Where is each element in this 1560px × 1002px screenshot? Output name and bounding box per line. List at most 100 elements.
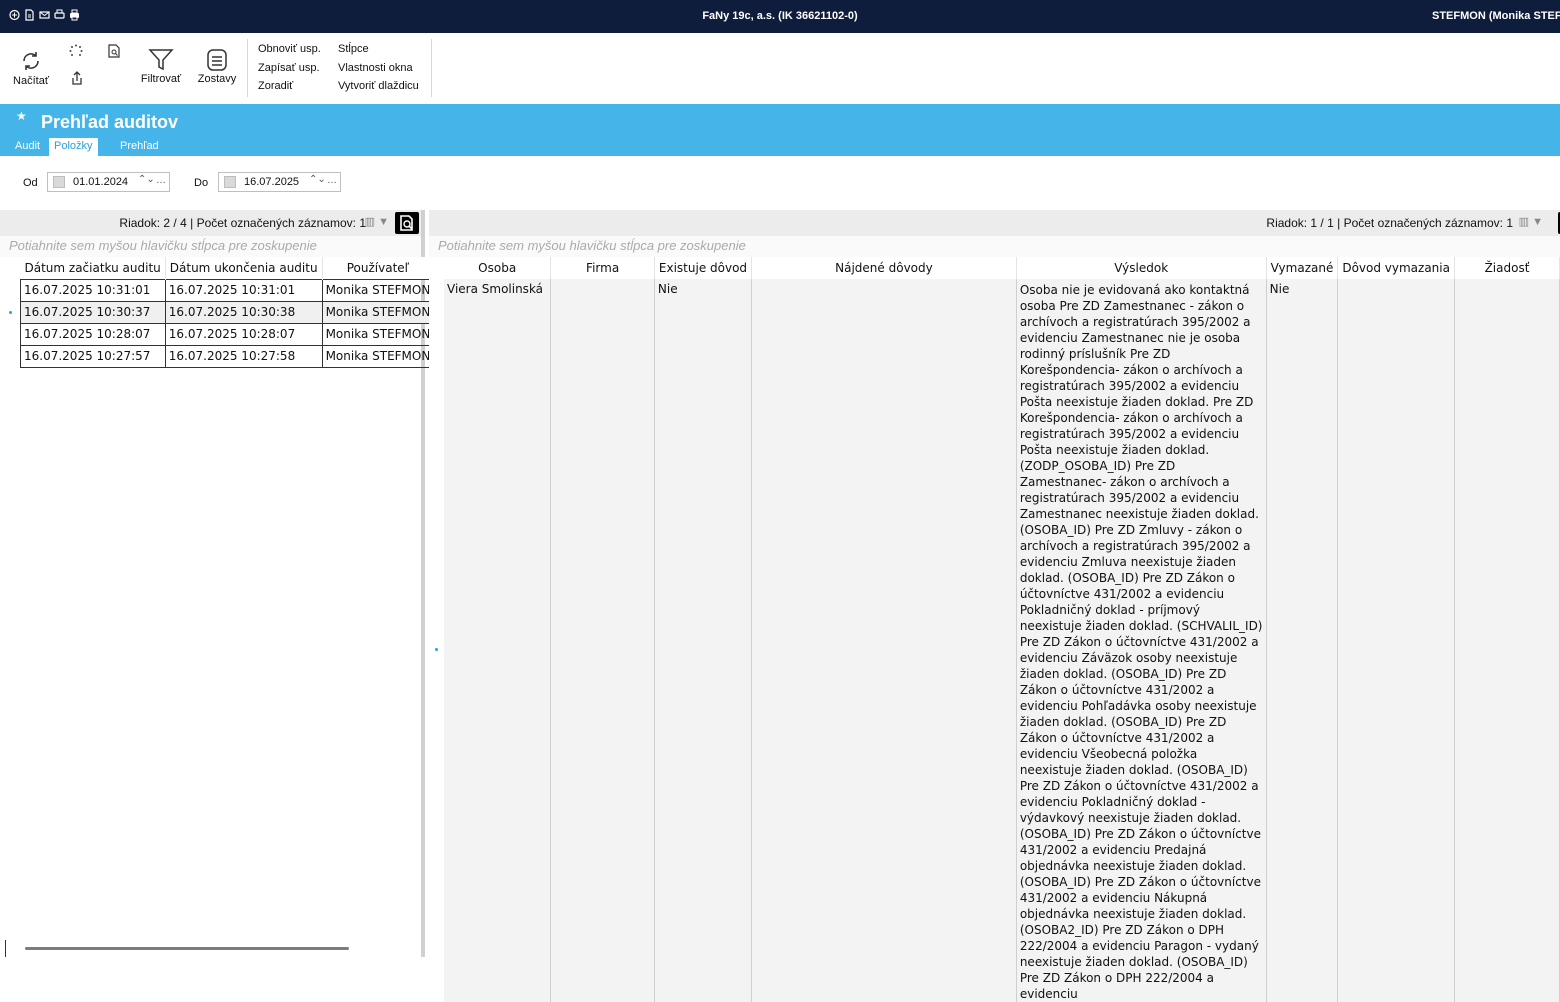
current-user: STEFMON (Monika STEF: [1432, 10, 1560, 22]
horizontal-scrollbar[interactable]: [25, 947, 349, 950]
table-header-row: Osoba Firma Existuje dôvod Nájdené dôvod…: [444, 257, 1560, 279]
table-row[interactable]: 16.07.2025 10:27:57 16.07.2025 10:27:58 …: [20, 344, 435, 368]
ribbon-separator: [431, 39, 432, 97]
column-header-firma[interactable]: Firma: [550, 257, 655, 279]
spinner-icon[interactable]: ⌃⌄: [138, 174, 155, 185]
table-row-selected[interactable]: Viera Smolinská Nie Osoba nie je evidova…: [444, 279, 1560, 1002]
cell-ziadost: [1454, 279, 1560, 1002]
sort-link[interactable]: Zoradiť: [258, 80, 293, 92]
filter-label: Filtrovať: [140, 73, 182, 85]
right-status-bar: Riadok: 1 / 1 | Počet označených záznamo…: [429, 210, 1560, 236]
audit-table: Dátum začiatku auditu Dátum ukončenia au…: [20, 257, 435, 368]
table-row[interactable]: 16.07.2025 10:31:01 16.07.2025 10:31:01 …: [20, 278, 435, 302]
window-title: FaNy 19c, a.s. (IK 36621102-0): [702, 10, 858, 22]
save-preferences-link[interactable]: Zapísať usp.: [258, 62, 320, 74]
export-button[interactable]: [69, 71, 85, 85]
from-label: Od: [23, 177, 38, 189]
load-label: Načítať: [13, 75, 49, 87]
window-properties-link[interactable]: Vlastnosti okna: [338, 62, 413, 74]
columns-filter-icon[interactable]: ▥ ▼: [365, 215, 389, 228]
left-row-status: Riadok: 2 / 4 | Počet označených záznamo…: [119, 216, 366, 230]
ribbon-separator: [247, 39, 248, 97]
left-status-bar: Riadok: 2 / 4 | Počet označených záznamo…: [0, 210, 421, 236]
cell-user: Monika STEFMON: [321, 322, 435, 346]
table-row[interactable]: 16.07.2025 10:28:07 16.07.2025 10:28:07 …: [20, 322, 435, 346]
column-header-najdene-dovody[interactable]: Nájdené dôvody: [751, 257, 1017, 279]
audit-items-table: Osoba Firma Existuje dôvod Nájdené dôvod…: [444, 257, 1560, 1002]
reports-button[interactable]: Zostavy: [194, 48, 240, 85]
loading-button[interactable]: [68, 44, 84, 58]
title-bar: FaNy 19c, a.s. (IK 36621102-0) STEFMON (…: [0, 0, 1560, 33]
cell-osoba: Viera Smolinská: [444, 279, 552, 1002]
columns-link[interactable]: Stĺpce: [338, 43, 369, 55]
column-header-end-date[interactable]: Dátum ukončenia auditu: [165, 257, 323, 279]
audit-list-panel: Riadok: 2 / 4 | Počet označených záznamo…: [0, 210, 435, 957]
load-button[interactable]: Načítať: [11, 50, 51, 87]
columns-filter-icon[interactable]: ▥ ▼: [1519, 215, 1543, 228]
current-row-indicator: [435, 648, 438, 651]
spinner-icon[interactable]: ⌃⌄: [309, 174, 326, 185]
refresh-icon: [23, 52, 39, 70]
cell-end-date: 16.07.2025 10:30:38: [164, 300, 323, 324]
column-header-vymazane[interactable]: Vymazané: [1266, 257, 1339, 279]
cell-najdene-dovody: [751, 279, 1017, 1002]
from-date-value: 01.01.2024: [73, 176, 129, 188]
cell-user: Monika STEFMON: [321, 278, 435, 302]
tab-polozky[interactable]: Položky: [49, 138, 98, 156]
cell-start-date: 16.07.2025 10:30:37: [20, 300, 166, 324]
audit-items-panel: Riadok: 1 / 1 | Počet označených záznamo…: [429, 210, 1560, 1002]
column-header-user[interactable]: Používateľ: [322, 257, 435, 279]
current-row-indicator: [9, 311, 12, 314]
cell-end-date: 16.07.2025 10:28:07: [164, 322, 323, 346]
spinner-icon: [69, 44, 83, 56]
column-header-existuje-dovod[interactable]: Existuje dôvod: [654, 257, 753, 279]
search-icon: [400, 215, 413, 231]
more-icon[interactable]: …: [327, 175, 337, 186]
cell-dovod-vymazania: [1337, 279, 1455, 1002]
export-icon: [72, 71, 82, 85]
page-title: Prehľad auditov: [41, 112, 178, 132]
cell-vysledok: Osoba nie je evidovaná ako kontaktná oso…: [1016, 279, 1267, 1002]
cell-vymazane: Nie: [1266, 279, 1339, 1002]
filter-button[interactable]: Filtrovať: [138, 48, 184, 85]
column-header-ziadost[interactable]: Žiadosť: [1454, 257, 1560, 279]
table-row-selected[interactable]: 16.07.2025 10:30:37 16.07.2025 10:30:38 …: [20, 300, 435, 324]
more-icon[interactable]: …: [156, 175, 166, 186]
tab-audit[interactable]: Audit: [10, 138, 45, 156]
to-date-checkbox[interactable]: [224, 176, 236, 188]
cell-end-date: 16.07.2025 10:31:01: [164, 278, 323, 302]
cell-user: Monika STEFMON: [321, 344, 435, 368]
create-tile-link[interactable]: Vytvoriť dlaždicu: [338, 80, 419, 92]
column-header-vysledok[interactable]: Výsledok: [1016, 257, 1267, 279]
column-header-dovod-vymazania[interactable]: Dôvod vymazania: [1337, 257, 1455, 279]
cell-existuje-dovod: Nie: [654, 279, 753, 1002]
refresh-preferences-link[interactable]: Obnoviť usp.: [258, 43, 321, 55]
cell-user: Monika STEFMON: [321, 300, 435, 324]
reports-label: Zostavy: [197, 73, 237, 85]
reports-icon: [207, 49, 227, 71]
from-date-field[interactable]: 01.01.2024 ⌃⌄ …: [47, 172, 170, 192]
column-header-start-date[interactable]: Dátum začiatku auditu: [20, 257, 166, 279]
cell-firma: [550, 279, 655, 1002]
cell-start-date: 16.07.2025 10:28:07: [20, 322, 166, 346]
right-row-status: Riadok: 1 / 1 | Počet označených záznamo…: [1266, 216, 1513, 230]
to-date-value: 16.07.2025: [244, 176, 300, 188]
splitter-edge: [5, 940, 6, 957]
preview-button[interactable]: [106, 44, 122, 58]
page-header: ★ Prehľad auditov Audit Položky Prehľad: [0, 104, 1560, 156]
to-label: Do: [194, 177, 209, 189]
cell-end-date: 16.07.2025 10:27:58: [164, 344, 323, 368]
filter-icon: [148, 49, 174, 71]
search-button[interactable]: [395, 212, 419, 234]
to-date-field[interactable]: 16.07.2025 ⌃⌄ …: [218, 172, 341, 192]
ribbon-toolbar: Načítať Filtrovať Zostavy Obnoviť usp. Z…: [0, 33, 1560, 104]
favorite-star-icon[interactable]: ★: [16, 109, 27, 123]
search-document-icon: [108, 44, 120, 58]
cell-start-date: 16.07.2025 10:31:01: [20, 278, 166, 302]
cell-start-date: 16.07.2025 10:27:57: [20, 344, 166, 368]
table-header-row: Dátum začiatku auditu Dátum ukončenia au…: [20, 257, 435, 279]
group-by-hint: Potiahnite sem myšou hlavičku stĺpca pre…: [429, 236, 1560, 257]
column-header-osoba[interactable]: Osoba: [444, 257, 552, 279]
from-date-checkbox[interactable]: [53, 176, 65, 188]
tab-prehlad[interactable]: Prehľad: [115, 138, 164, 156]
